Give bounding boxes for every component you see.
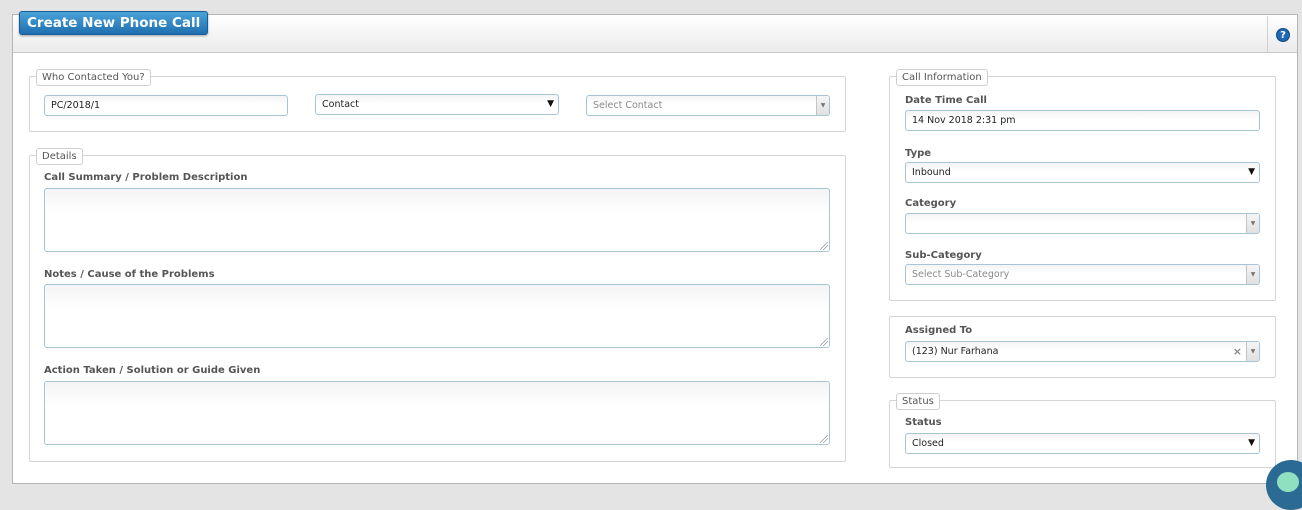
date-time-input[interactable]: 14 Nov 2018 2:31 pm [905, 110, 1260, 131]
assigned-to-value: (123) Nur Farhana [912, 346, 999, 357]
who-contacted-section: Who Contacted You? PC/2018/1 Contact ▼ S… [29, 69, 846, 132]
assigned-to-select[interactable]: (123) Nur Farhana × ▼ [905, 341, 1260, 362]
dropdown-arrow-icon: ▼ [547, 99, 554, 109]
panel-header: Create New Phone Call ? [13, 11, 1297, 53]
contact-type-value: Contact [322, 99, 359, 110]
details-legend: Details [36, 148, 83, 165]
status-legend: Status [896, 393, 940, 410]
reference-input[interactable]: PC/2018/1 [44, 95, 288, 116]
contact-placeholder: Select Contact [593, 100, 663, 111]
chat-widget-button[interactable] [1266, 460, 1302, 510]
category-select[interactable]: ▼ [905, 213, 1260, 234]
type-value: Inbound [912, 167, 951, 178]
chevron-down-icon[interactable]: ▼ [1246, 214, 1259, 233]
chat-icon[interactable] [1277, 472, 1299, 492]
status-value: Closed [912, 438, 944, 449]
details-section: Details Call Summary / Problem Descripti… [29, 148, 846, 462]
type-label: Type [905, 148, 932, 159]
chevron-down-icon[interactable]: ▼ [1246, 342, 1259, 361]
category-label: Category [905, 198, 957, 209]
sub-category-placeholder: Select Sub-Category [912, 269, 1010, 280]
contact-type-select[interactable]: Contact ▼ [315, 94, 559, 115]
chevron-down-icon[interactable]: ▼ [1246, 265, 1259, 284]
call-summary-textarea[interactable] [44, 188, 830, 252]
assigned-to-label: Assigned To [905, 325, 973, 336]
status-select[interactable]: Closed ▼ [905, 433, 1260, 454]
resize-grip-icon[interactable] [820, 242, 828, 250]
call-summary-label: Call Summary / Problem Description [44, 172, 248, 183]
help-button[interactable]: ? [1267, 16, 1297, 52]
contact-select[interactable]: Select Contact ▼ [586, 95, 830, 116]
resize-grip-icon[interactable] [820, 338, 828, 346]
date-time-label: Date Time Call [905, 95, 987, 106]
create-phone-call-panel: Create New Phone Call ? Who Contacted Yo… [12, 11, 1298, 484]
assignment-section: Assigned To (123) Nur Farhana × ▼ [889, 316, 1276, 378]
action-taken-label: Action Taken / Solution or Guide Given [44, 365, 261, 376]
resize-grip-icon[interactable] [820, 435, 828, 443]
sub-category-label: Sub-Category [905, 250, 982, 261]
chevron-down-icon[interactable]: ▼ [816, 96, 829, 115]
type-select[interactable]: Inbound ▼ [905, 162, 1260, 183]
call-information-legend: Call Information [896, 69, 988, 86]
page-title: Create New Phone Call [19, 11, 209, 35]
notes-textarea[interactable] [44, 284, 830, 348]
question-circle-icon[interactable]: ? [1276, 28, 1290, 42]
dropdown-arrow-icon: ▼ [1248, 167, 1255, 177]
sub-category-select[interactable]: Select Sub-Category ▼ [905, 264, 1260, 285]
status-section: Status Status Closed ▼ [889, 393, 1276, 468]
notes-label: Notes / Cause of the Problems [44, 269, 215, 280]
call-information-section: Call Information Date Time Call 14 Nov 2… [889, 69, 1276, 301]
dropdown-arrow-icon: ▼ [1248, 438, 1255, 448]
clear-icon[interactable]: × [1233, 342, 1242, 361]
who-contacted-legend: Who Contacted You? [36, 69, 151, 86]
status-label: Status [905, 417, 942, 428]
action-taken-textarea[interactable] [44, 381, 830, 445]
